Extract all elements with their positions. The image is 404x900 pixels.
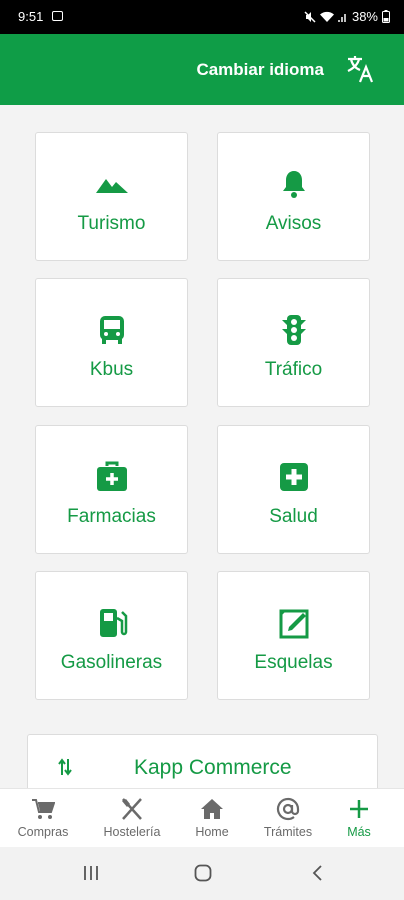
bus-icon — [99, 316, 124, 344]
cart-icon — [32, 799, 55, 819]
health-cross-icon — [279, 463, 308, 491]
battery-icon — [382, 10, 390, 23]
fuel-pump-icon — [99, 609, 127, 637]
nav-label: Home — [195, 825, 229, 839]
tile-salud[interactable]: Salud — [217, 425, 370, 554]
battery-percent: 38% — [351, 9, 378, 24]
plus-icon — [350, 800, 368, 818]
signal-icon — [338, 13, 346, 22]
nav-home[interactable]: Home — [172, 789, 252, 847]
home-icon — [201, 799, 223, 819]
tile-label: Turismo — [77, 213, 146, 234]
tile-turismo[interactable]: Turismo — [35, 132, 188, 261]
status-icons: 38% — [304, 9, 390, 24]
tile-esquelas[interactable]: Esquelas — [217, 571, 370, 700]
translate-icon[interactable] — [346, 54, 374, 84]
change-language-button[interactable]: Cambiar idioma — [196, 60, 324, 80]
wifi-icon — [319, 11, 334, 22]
nav-mas[interactable]: Más — [319, 789, 399, 847]
traffic-light-icon — [281, 315, 306, 345]
system-navigation-bar — [0, 847, 404, 900]
home-button-icon[interactable] — [194, 864, 212, 882]
nav-label: Compras — [17, 825, 69, 839]
tile-gasolineras[interactable]: Gasolineras — [35, 571, 188, 700]
swap-vertical-icon — [58, 758, 72, 776]
nav-label: Más — [347, 825, 371, 839]
nav-tramites[interactable]: Trámites — [248, 789, 328, 847]
nav-compras[interactable]: Compras — [3, 789, 83, 847]
bottom-navigation: Compras Hostelería Home Trámites Más — [0, 788, 404, 847]
back-icon[interactable] — [309, 864, 327, 882]
utensils-icon — [122, 798, 142, 820]
kapp-commerce-button[interactable]: Kapp Commerce — [27, 734, 378, 794]
medical-kit-icon — [96, 461, 127, 491]
bell-icon — [282, 171, 305, 198]
tile-avisos[interactable]: Avisos — [217, 132, 370, 261]
nav-hosteleria[interactable]: Hostelería — [92, 789, 172, 847]
obituary-icon — [279, 609, 308, 639]
mute-icon — [304, 10, 316, 23]
tile-label: Esquelas — [254, 652, 333, 673]
status-bar: 9:51 38% — [0, 0, 404, 34]
kapp-commerce-label: Kapp Commerce — [134, 756, 292, 779]
tile-label: Avisos — [265, 213, 322, 234]
recent-apps-icon[interactable] — [82, 864, 100, 882]
mountain-icon — [95, 179, 128, 193]
gallery-notification-icon — [52, 11, 63, 21]
status-time: 9:51 — [18, 9, 44, 24]
nav-label: Hostelería — [103, 825, 161, 839]
tile-farmacias[interactable]: Farmacias — [35, 425, 188, 554]
app-bar: Cambiar idioma — [0, 34, 404, 105]
tile-label: Tráfico — [264, 359, 323, 380]
tile-label: Kbus — [89, 359, 134, 380]
tile-trafico[interactable]: Tráfico — [217, 278, 370, 407]
tile-label: Gasolineras — [60, 652, 163, 673]
tile-kbus[interactable]: Kbus — [35, 278, 188, 407]
tile-label: Salud — [269, 506, 318, 527]
tile-label: Farmacias — [67, 506, 156, 527]
at-icon — [276, 797, 300, 821]
nav-label: Trámites — [263, 825, 313, 839]
